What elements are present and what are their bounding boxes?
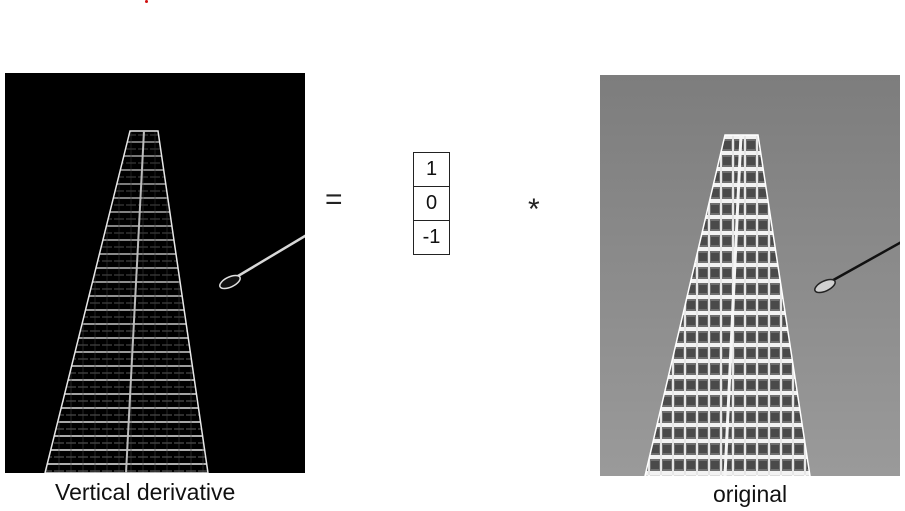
derivative-kernel: 1 0 -1 bbox=[413, 152, 450, 255]
kernel-cell-top: 1 bbox=[413, 152, 450, 187]
derivative-caption: Vertical derivative bbox=[55, 479, 236, 505]
convolution-operator: * bbox=[528, 193, 540, 226]
derivative-image bbox=[5, 73, 305, 473]
marker-dot bbox=[145, 0, 148, 3]
derivative-building-illustration bbox=[5, 73, 305, 473]
kernel-cell-bottom: -1 bbox=[413, 220, 450, 255]
equals-sign: = bbox=[325, 183, 343, 216]
original-image bbox=[600, 75, 900, 476]
original-building-illustration bbox=[600, 75, 900, 476]
original-caption: original bbox=[713, 481, 788, 507]
kernel-cell-middle: 0 bbox=[413, 186, 450, 221]
